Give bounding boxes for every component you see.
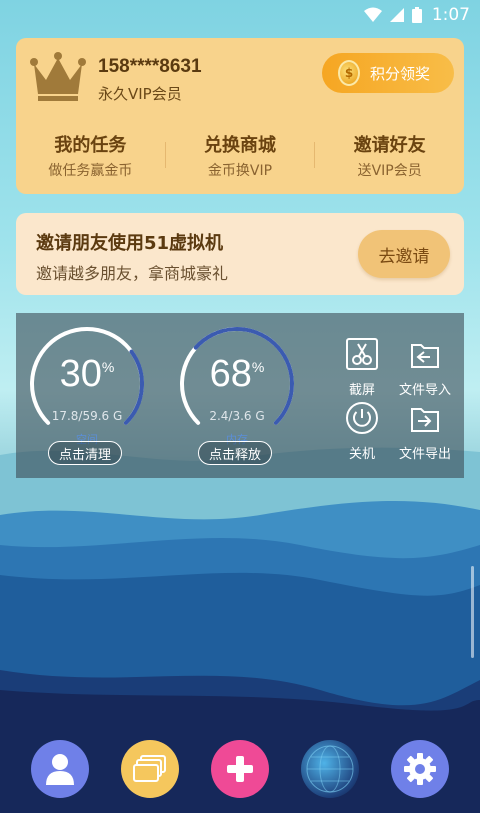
user-phone: 158****8631 [98,56,202,77]
status-time: 1:07 [431,5,470,25]
release-button[interactable]: 点击释放 [198,441,273,465]
my-tasks-title: 我的任务 [54,134,127,156]
globe-icon [306,745,354,793]
vip-card: 158****8631 永久VIP会员 $ 积分领奖 我的任务 做任务赢金币 兑… [16,38,464,194]
windows-icon [133,755,166,782]
screenshot-tool[interactable]: 截屏 [334,337,390,398]
file-export-label: 文件导出 [398,447,451,462]
my-tasks-subtitle: 做任务赢金币 [48,162,133,179]
go-invite-button[interactable]: 去邀请 [358,230,450,278]
nav-globe-button[interactable] [301,740,359,798]
memory-percent: 68% [209,353,265,395]
coin-icon: $ [338,60,360,86]
storage-gauge: 30% 17.8/59.6 G 空间 [28,325,146,446]
file-import-tool[interactable]: 文件导入 [392,337,458,398]
invite-card: 邀请朋友使用51虚拟机 邀请越多朋友，拿商城豪礼 去邀请 [16,213,464,295]
user-icon [46,754,74,785]
nav-add-button[interactable] [211,740,269,798]
invite-friends-button[interactable]: 邀请好友 送VIP会员 [315,131,464,180]
nav-profile-button[interactable] [31,740,89,798]
memory-gauge: 68% 2.4/3.6 G 内存 [178,325,296,446]
bottom-nav [0,740,480,800]
invite-friends-title: 邀请好友 [353,134,426,156]
scrollbar[interactable] [471,566,474,658]
scissors-icon [346,338,378,370]
invite-subtitle: 邀请越多朋友，拿商城豪礼 [36,264,229,283]
shutdown-label: 关机 [348,447,375,462]
clean-button[interactable]: 点击清理 [48,441,123,465]
my-tasks-button[interactable]: 我的任务 做任务赢金币 [16,131,165,180]
folder-import-icon [411,344,439,368]
memory-size: 2.4/3.6 G [209,409,265,423]
exchange-mall-button[interactable]: 兑换商城 金币换VIP [166,131,315,180]
file-import-label: 文件导入 [398,383,451,398]
signal-icon [389,8,404,22]
membership-label: 永久VIP会员 [98,85,182,103]
exchange-mall-subtitle: 金币换VIP [207,162,273,179]
status-bar: 1:07 [0,0,480,30]
crown-icon [30,52,86,101]
add-icon [227,756,253,782]
nav-windows-button[interactable] [121,740,179,798]
storage-size: 17.8/59.6 G [51,409,123,423]
power-icon [346,402,378,434]
storage-percent: 30% [59,353,115,395]
points-reward-label: 积分领奖 [370,64,431,83]
invite-title: 邀请朋友使用51虚拟机 [36,233,224,254]
battery-icon [411,7,422,23]
nav-settings-button[interactable] [391,740,449,798]
screenshot-label: 截屏 [348,383,375,398]
wifi-icon [363,7,382,22]
folder-export-icon [411,408,439,432]
shutdown-tool[interactable]: 关机 [334,401,390,462]
points-reward-button[interactable]: $ 积分领奖 [322,53,454,93]
settings-icon [404,753,436,785]
exchange-mall-title: 兑换商城 [204,134,276,156]
system-panel: 30% 17.8/59.6 G 空间 点击清理 68% 2.4/3.6 G 内存… [16,313,464,478]
file-export-tool[interactable]: 文件导出 [392,401,458,462]
invite-friends-subtitle: 送VIP会员 [357,162,422,179]
vip-actions: 我的任务 做任务赢金币 兑换商城 金币换VIP 邀请好友 送VIP会员 [16,130,464,180]
